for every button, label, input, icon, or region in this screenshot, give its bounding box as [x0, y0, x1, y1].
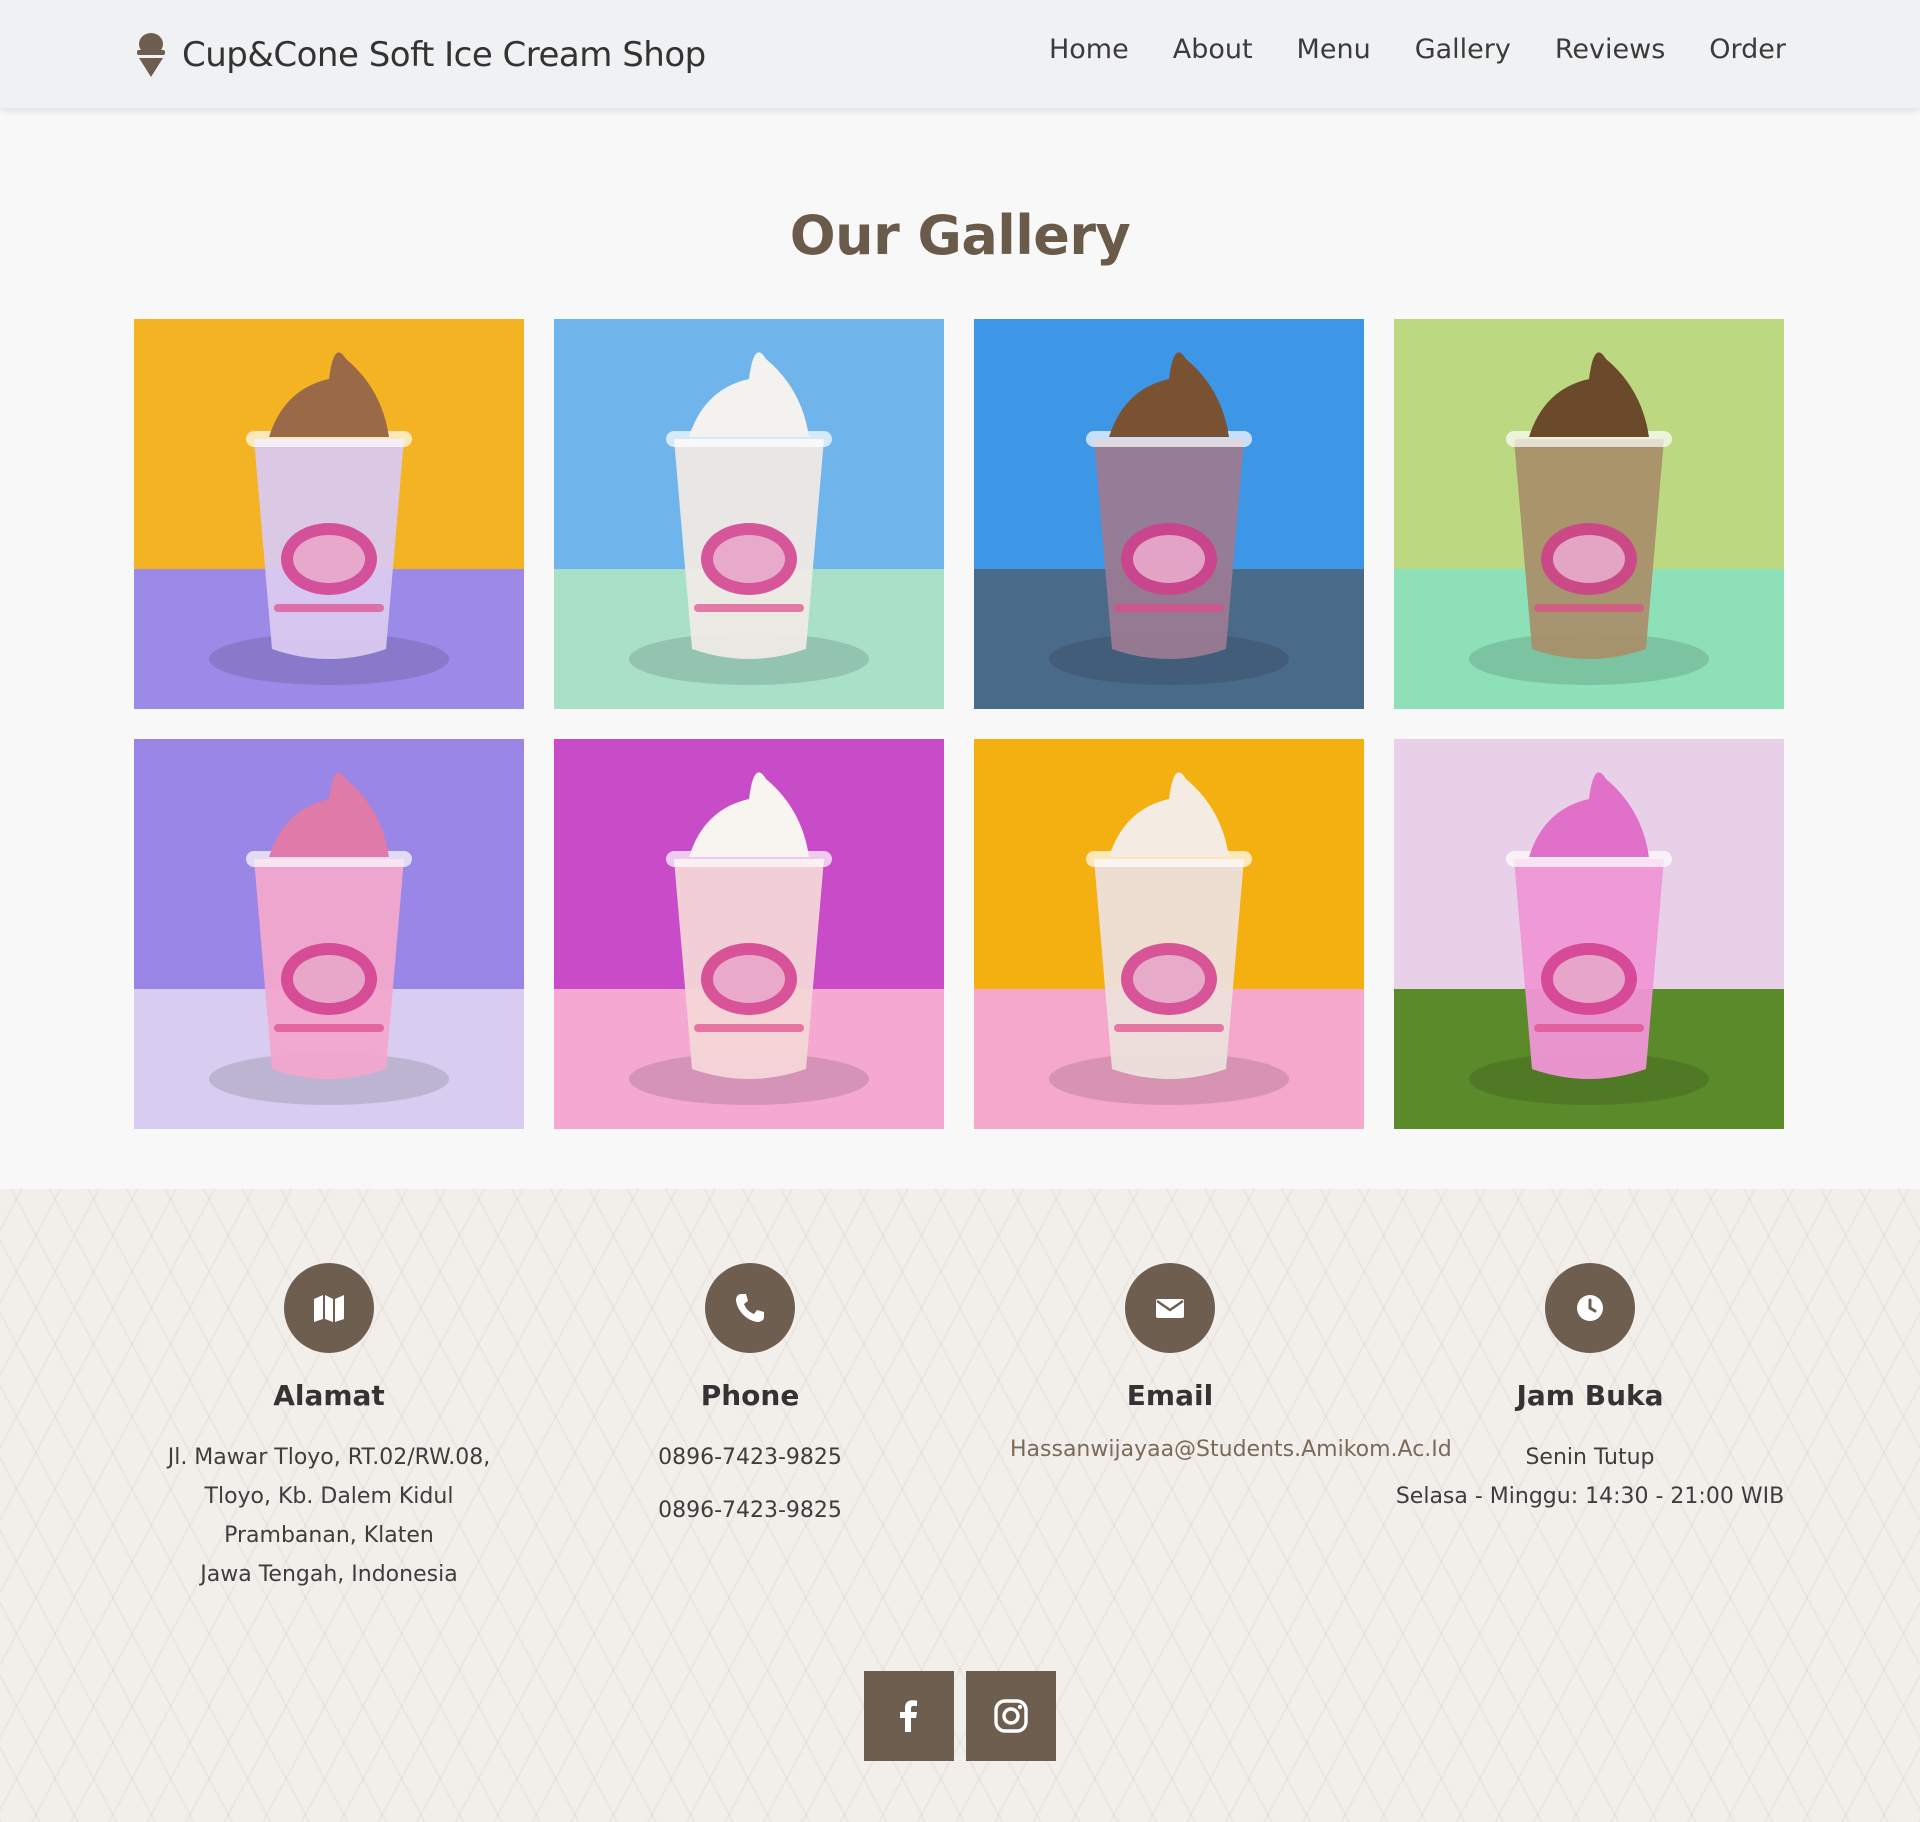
gallery-image[interactable] [554, 319, 944, 709]
phone-number[interactable]: 0896-7423-9825 [540, 1438, 960, 1477]
nav-order[interactable]: Order [1709, 34, 1786, 65]
address-line: Jawa Tengah, Indonesia [200, 1562, 458, 1587]
gallery-grid [134, 319, 1786, 1129]
footer: Alamat Jl. Mawar Tloyo, RT.02/RW.08, Tlo… [0, 1189, 1920, 1822]
email-column: Email Hassanwijayaa@Students.Amikom.Ac.I… [960, 1263, 1452, 1469]
phone-icon-badge [705, 1263, 795, 1353]
email-lines: Hassanwijayaa@Students.Amikom.Ac.Id [960, 1430, 1452, 1469]
address-line: Prambanan, Klaten [224, 1523, 434, 1548]
gallery-image[interactable] [134, 319, 524, 709]
brand-link[interactable]: Cup&Cone Soft Ice Cream Shop [134, 30, 706, 80]
phone-column: Phone 0896-7423-9825 0896-7423-9825 [540, 1263, 960, 1544]
phone-icon [736, 1294, 764, 1322]
instagram-button[interactable] [966, 1671, 1056, 1761]
email-link[interactable]: Hassanwijayaa@Students.Amikom.Ac.Id [1010, 1430, 1452, 1469]
phone-title: Phone [700, 1379, 800, 1412]
hours-line: Senin Tutup [1525, 1445, 1655, 1470]
main-nav: Home About Menu Gallery Reviews Order [1049, 34, 1786, 65]
ice-cream-photo [554, 739, 944, 1129]
nav-home[interactable]: Home [1049, 34, 1129, 65]
gallery-image[interactable] [974, 319, 1364, 709]
nav-about[interactable]: About [1173, 34, 1253, 65]
email-title: Email [1126, 1379, 1214, 1412]
address-icon-badge [284, 1263, 374, 1353]
gallery-title: Our Gallery [789, 204, 1131, 267]
brand-name: Cup&Cone Soft Ice Cream Shop [182, 35, 706, 75]
ice-cream-photo [1394, 319, 1784, 709]
address-column: Alamat Jl. Mawar Tloyo, RT.02/RW.08, Tlo… [119, 1263, 539, 1594]
gallery-image[interactable] [974, 739, 1364, 1129]
gallery-image[interactable] [554, 739, 944, 1129]
clock-icon [1577, 1295, 1603, 1321]
phone-lines: 0896-7423-9825 0896-7423-9825 [540, 1438, 960, 1530]
nav-menu[interactable]: Menu [1297, 34, 1371, 65]
gallery-image[interactable] [1394, 739, 1784, 1129]
nav-gallery[interactable]: Gallery [1415, 34, 1511, 65]
map-icon [314, 1295, 344, 1322]
hours-icon-badge [1545, 1263, 1635, 1353]
hours-line: Selasa - Minggu: 14:30 - 21:00 WIB [1395, 1484, 1785, 1509]
navbar: Cup&Cone Soft Ice Cream Shop Home About … [0, 0, 1920, 108]
address-line: Tloyo, Kb. Dalem Kidul [204, 1484, 454, 1509]
hours-lines: Senin Tutup Selasa - Minggu: 14:30 - 21:… [1380, 1438, 1800, 1516]
ice-cream-photo [554, 319, 944, 709]
nav-reviews[interactable]: Reviews [1555, 34, 1665, 65]
hours-column: Jam Buka Senin Tutup Selasa - Minggu: 14… [1380, 1263, 1800, 1516]
email-icon-badge [1125, 1263, 1215, 1353]
hours-title: Jam Buka [1516, 1379, 1664, 1412]
ice-cream-photo [974, 319, 1364, 709]
ice-cream-photo [134, 739, 524, 1129]
gallery-image[interactable] [1394, 319, 1784, 709]
social-links [864, 1671, 1056, 1761]
ice-cream-photo [1394, 739, 1784, 1129]
ice-cream-photo [134, 319, 524, 709]
envelope-icon [1156, 1299, 1184, 1318]
ice-cream-cone-icon [137, 33, 165, 77]
facebook-icon [900, 1700, 917, 1732]
address-line: Jl. Mawar Tloyo, RT.02/RW.08, [167, 1445, 491, 1470]
instagram-icon [994, 1699, 1028, 1733]
phone-number[interactable]: 0896-7423-9825 [540, 1491, 960, 1530]
address-lines: Jl. Mawar Tloyo, RT.02/RW.08, Tloyo, Kb.… [119, 1438, 539, 1594]
gallery-image[interactable] [134, 739, 524, 1129]
ice-cream-photo [974, 739, 1364, 1129]
address-title: Alamat [273, 1379, 385, 1412]
facebook-button[interactable] [864, 1671, 954, 1761]
